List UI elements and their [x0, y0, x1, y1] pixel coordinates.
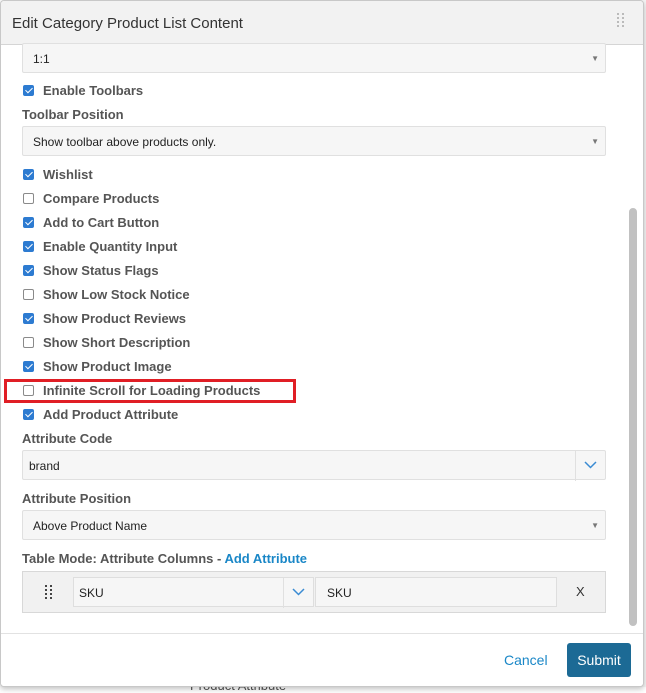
drag-handle-icon[interactable] [617, 13, 627, 29]
attribute-code-value: brand [29, 459, 60, 473]
add-attribute-link[interactable]: Add Attribute [224, 551, 307, 566]
toolbar-position-label: Toolbar Position [22, 107, 124, 122]
dialog-header: Edit Category Product List Content [1, 1, 643, 45]
option-label: Enable Quantity Input [43, 239, 178, 254]
column-label-value: SKU [327, 586, 352, 600]
checkbox-unchecked-icon[interactable] [23, 337, 34, 348]
attribute-position-select[interactable]: Above Product Name ▼ [22, 510, 606, 540]
checkbox-checked-icon[interactable] [23, 313, 34, 324]
option-label: Show Product Reviews [43, 311, 187, 326]
column-label-input[interactable]: SKU [315, 577, 557, 607]
option-label: Compare Products [43, 191, 160, 206]
attribute-code-label: Attribute Code [22, 431, 113, 446]
checkbox-checked-icon[interactable] [23, 169, 34, 180]
option-label: Add to Cart Button [43, 215, 160, 230]
checkbox-checked-icon[interactable] [23, 361, 34, 372]
checkbox-checked-icon[interactable] [23, 265, 34, 276]
scrollbar[interactable] [629, 208, 637, 626]
chevron-down-icon[interactable] [283, 578, 313, 608]
checkbox-unchecked-icon[interactable] [23, 289, 34, 300]
checkbox-checked-icon[interactable] [23, 217, 34, 228]
checkbox-checked-icon[interactable] [23, 85, 34, 96]
dropdown-arrow-icon: ▼ [591, 521, 599, 530]
checkbox-unchecked-icon[interactable] [23, 193, 34, 204]
dropdown-arrow-icon: ▼ [591, 137, 599, 146]
aspect-ratio-value: 1:1 [33, 52, 50, 66]
enable-toolbars-label: Enable Toolbars [43, 83, 144, 98]
option-label: Add Product Attribute [43, 407, 179, 422]
attribute-code-select[interactable]: brand [22, 450, 606, 481]
option-label: Show Status Flags [43, 263, 159, 278]
dialog-title: Edit Category Product List Content [12, 15, 243, 32]
table-mode-text: Table Mode: Attribute Columns - [22, 551, 225, 566]
attribute-column-select[interactable]: SKU [73, 577, 314, 608]
option-label: Wishlist [43, 167, 93, 182]
toolbar-position-select[interactable]: Show toolbar above products only. ▼ [22, 126, 606, 156]
attribute-column-value: SKU [79, 586, 104, 600]
remove-row-button[interactable]: X [576, 584, 585, 599]
drag-handle-icon[interactable] [45, 585, 53, 599]
attribute-position-label: Attribute Position [22, 491, 132, 506]
option-label: Show Short Description [43, 335, 191, 350]
submit-button[interactable]: Submit [567, 643, 631, 677]
edit-content-dialog: Edit Category Product List Content 1:1 ▼… [0, 0, 644, 687]
aspect-ratio-select[interactable]: 1:1 ▼ [22, 43, 606, 73]
checkbox-checked-icon[interactable] [23, 241, 34, 252]
option-label: Show Low Stock Notice [43, 287, 190, 302]
chevron-down-icon[interactable] [575, 451, 605, 481]
dialog-footer: Cancel Submit [1, 633, 643, 686]
attribute-columns-table: SKU SKU X [22, 571, 606, 613]
attribute-position-value: Above Product Name [33, 519, 148, 533]
toolbar-position-value: Show toolbar above products only. [33, 135, 217, 149]
table-mode-label: Table Mode: Attribute Columns - Add Attr… [22, 551, 307, 566]
checkbox-checked-icon[interactable] [23, 409, 34, 420]
option-label: Show Product Image [43, 359, 172, 374]
highlight-box [4, 379, 296, 403]
dropdown-arrow-icon: ▼ [591, 54, 599, 63]
cancel-button[interactable]: Cancel [504, 652, 548, 668]
